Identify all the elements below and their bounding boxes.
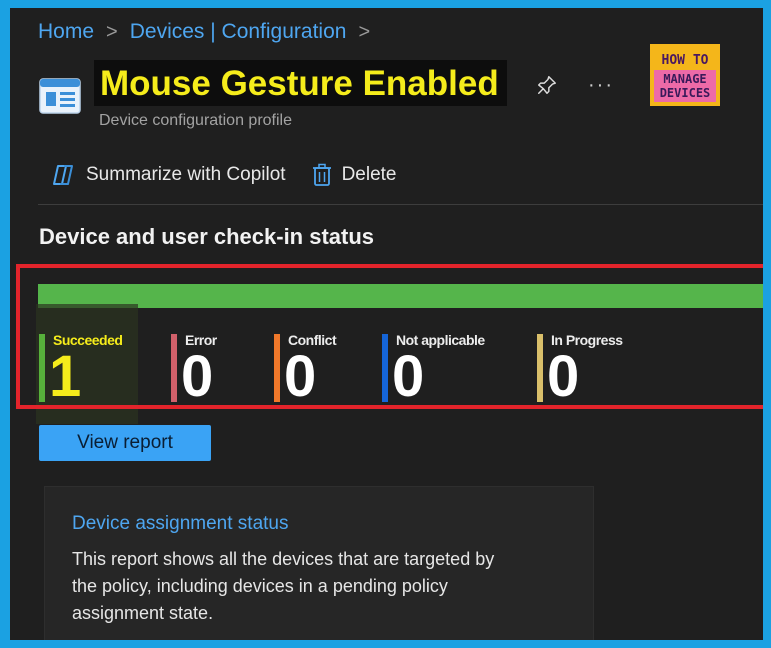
logo-line1: HOW TO (662, 53, 709, 68)
more-options-icon[interactable]: ··· (588, 74, 614, 97)
toolbar: Summarize with Copilot Delete (50, 163, 423, 187)
copilot-icon (53, 165, 73, 185)
delete-button[interactable]: Delete (312, 163, 397, 187)
page-title: Mouse Gesture Enabled (94, 60, 507, 106)
device-assignment-status-link[interactable]: Device assignment status (72, 513, 289, 535)
toolbar-divider (38, 204, 763, 205)
logo-line2: MANAGE (663, 72, 706, 86)
logo-line3: DEVICES (660, 86, 711, 100)
breadcrumb-devices-configuration[interactable]: Devices | Configuration (130, 20, 347, 44)
delete-label: Delete (341, 164, 397, 185)
breadcrumb-home[interactable]: Home (38, 20, 94, 44)
page-subtitle: Device configuration profile (99, 112, 292, 129)
status-highlight-box (16, 264, 763, 409)
chevron-right-icon: > (106, 20, 118, 43)
breadcrumb: Home > Devices | Configuration > (38, 20, 382, 44)
trash-icon (312, 163, 331, 186)
pin-icon[interactable] (536, 74, 558, 96)
how-to-manage-devices-logo: HOW TO MANAGE DEVICES (650, 44, 720, 106)
summarize-label: Summarize with Copilot (86, 164, 286, 185)
chevron-right-icon: > (358, 20, 371, 43)
assignment-description: This report shows all the devices that a… (72, 549, 495, 623)
summarize-with-copilot-button[interactable]: Summarize with Copilot (50, 164, 286, 186)
view-report-button[interactable]: View report (39, 425, 211, 461)
checkin-status-heading: Device and user check-in status (39, 224, 375, 249)
configuration-profile-icon (39, 78, 81, 114)
app-frame: Home > Devices | Configuration > Mouse G… (10, 8, 763, 640)
